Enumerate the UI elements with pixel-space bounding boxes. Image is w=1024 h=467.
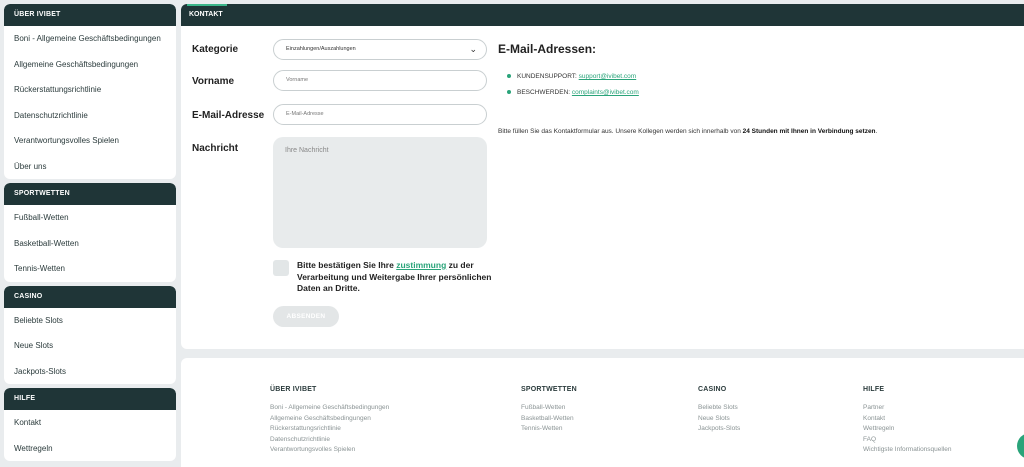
sidebar-item-ueber-uns[interactable]: Über uns <box>4 154 176 180</box>
footer-link[interactable]: Wichtigste Informationsquellen <box>863 445 952 456</box>
tab-bar: KONTAKT <box>181 4 1024 26</box>
bullet-icon <box>507 74 511 78</box>
email-list: KUNDENSUPPORT: support@ivibet.com BESCHW… <box>507 71 639 103</box>
sidebar-item-verantwortung[interactable]: Verantwortungsvolles Spielen <box>4 128 176 154</box>
footer-link[interactable]: Boni - Allgemeine Geschäftsbedingungen <box>270 403 389 414</box>
sidebar-item-datenschutz[interactable]: Datenschutzrichtlinie <box>4 103 176 129</box>
bullet-icon <box>507 90 511 94</box>
email-label: E-Mail-Adresse <box>192 110 265 121</box>
footer-link[interactable]: FAQ <box>863 435 952 446</box>
footer-link[interactable]: Jackpots-Slots <box>698 424 740 435</box>
sidebar-item-fussball[interactable]: Fußball-Wetten <box>4 205 176 231</box>
sidebar-heading: ÜBER IVIBET <box>4 4 176 26</box>
sidebar-section-hilfe: HILFE Kontakt Wettregeln <box>4 388 176 461</box>
consent-link[interactable]: zustimmung <box>396 260 446 270</box>
consent-prefix: Bitte bestätigen Sie Ihre <box>297 260 397 270</box>
footer-col-ueber: ÜBER IVIBET Boni - Allgemeine Geschäftsb… <box>270 386 389 456</box>
info-suffix: . <box>875 128 878 135</box>
email-input[interactable]: E-Mail-Adresse <box>273 104 487 125</box>
sidebar-section-ueber: ÜBER IVIBET Boni - Allgemeine Geschäftsb… <box>4 4 176 179</box>
sidebar-section-sportwetten: SPORTWETTEN Fußball-Wetten Basketball-We… <box>4 183 176 282</box>
support-label: KUNDENSUPPORT: <box>517 73 579 80</box>
email-complaints-item: BESCHWERDEN: complaints@ivibet.com <box>507 87 639 103</box>
sidebar-item-jackpots-slots[interactable]: Jackpots-Slots <box>4 359 176 385</box>
footer: ÜBER IVIBET Boni - Allgemeine Geschäftsb… <box>181 358 1024 467</box>
footer-link[interactable]: Neue Slots <box>698 414 740 425</box>
category-value: Einzahlungen/Auszahlungen <box>286 46 356 52</box>
sidebar-item-kontakt[interactable]: Kontakt <box>4 410 176 436</box>
sidebar-heading: SPORTWETTEN <box>4 183 176 205</box>
footer-heading: CASINO <box>698 386 727 393</box>
support-email-link[interactable]: support@ivibet.com <box>579 73 637 80</box>
category-select[interactable]: Einzahlungen/Auszahlungen ⌄ <box>273 39 487 60</box>
footer-link[interactable]: Wettregeln <box>863 424 952 435</box>
firstname-input[interactable]: Vorname <box>273 70 487 91</box>
footer-col-hilfe: HILFE Partner Kontakt Wettregeln FAQ Wic… <box>863 386 952 456</box>
footer-link[interactable]: Datenschutzrichtlinie <box>270 435 389 446</box>
chevron-down-icon: ⌄ <box>469 44 477 54</box>
message-textarea[interactable]: Ihre Nachricht <box>273 137 487 248</box>
sidebar-item-boni-agb[interactable]: Boni - Allgemeine Geschäftsbedingungen <box>4 26 176 52</box>
info-text: Bitte füllen Sie das Kontaktformular aus… <box>498 128 877 135</box>
info-prefix: Bitte füllen Sie das Kontaktformular aus… <box>498 128 743 135</box>
sidebar-section-casino: CASINO Beliebte Slots Neue Slots Jackpot… <box>4 285 176 385</box>
footer-link[interactable]: Allgemeine Geschäftsbedingungen <box>270 414 389 425</box>
email-title: E-Mail-Adressen: <box>498 42 597 56</box>
category-label: Kategorie <box>192 44 239 55</box>
footer-heading: SPORTWETTEN <box>521 386 577 393</box>
message-label: Nachricht <box>192 143 239 154</box>
footer-link[interactable]: Beliebte Slots <box>698 403 740 414</box>
footer-heading: HILFE <box>863 386 885 393</box>
footer-link[interactable]: Basketball-Wetten <box>521 414 577 425</box>
email-support-item: KUNDENSUPPORT: support@ivibet.com <box>507 71 639 87</box>
sidebar: ÜBER IVIBET Boni - Allgemeine Geschäftsb… <box>4 4 176 467</box>
footer-link[interactable]: Tennis-Wetten <box>521 424 577 435</box>
footer-link[interactable]: Rückerstattungsrichtlinie <box>270 424 389 435</box>
footer-link[interactable]: Kontakt <box>863 414 952 425</box>
submit-button[interactable]: ABSENDEN <box>273 306 339 327</box>
sidebar-item-neue-slots[interactable]: Neue Slots <box>4 333 176 359</box>
sidebar-item-basketball[interactable]: Basketball-Wetten <box>4 231 176 257</box>
footer-col-casino: CASINO Beliebte Slots Neue Slots Jackpot… <box>698 386 740 435</box>
sidebar-heading: HILFE <box>4 388 176 410</box>
sidebar-item-wettregeln[interactable]: Wettregeln <box>4 436 176 462</box>
sidebar-item-agb[interactable]: Allgemeine Geschäftsbedingungen <box>4 52 176 78</box>
sidebar-item-beliebte-slots[interactable]: Beliebte Slots <box>4 308 176 334</box>
tab-kontakt[interactable]: KONTAKT <box>181 4 229 26</box>
firstname-label: Vorname <box>192 76 235 87</box>
consent-text: Bitte bestätigen Sie Ihre zustimmung zu … <box>297 260 492 295</box>
footer-heading: ÜBER IVIBET <box>270 386 317 393</box>
contact-card: KONTAKT Kategorie Einzahlungen/Auszahlun… <box>181 4 1024 349</box>
footer-col-sportwetten: SPORTWETTEN Fußball-Wetten Basketball-We… <box>521 386 577 435</box>
footer-link[interactable]: Fußball-Wetten <box>521 403 577 414</box>
complaints-label: BESCHWERDEN: <box>517 89 572 96</box>
info-bold: 24 Stunden mit Ihnen in Verbindung setze… <box>742 128 876 135</box>
sidebar-item-rueckerstattung[interactable]: Rückerstattungsrichtlinie <box>4 77 176 103</box>
footer-link[interactable]: Verantwortungsvolles Spielen <box>270 445 389 456</box>
consent-checkbox[interactable] <box>273 260 289 276</box>
sidebar-item-tennis[interactable]: Tennis-Wetten <box>4 256 176 282</box>
footer-link[interactable]: Partner <box>863 403 952 414</box>
sidebar-heading: CASINO <box>4 285 176 308</box>
complaints-email-link[interactable]: complaints@ivibet.com <box>572 89 639 96</box>
